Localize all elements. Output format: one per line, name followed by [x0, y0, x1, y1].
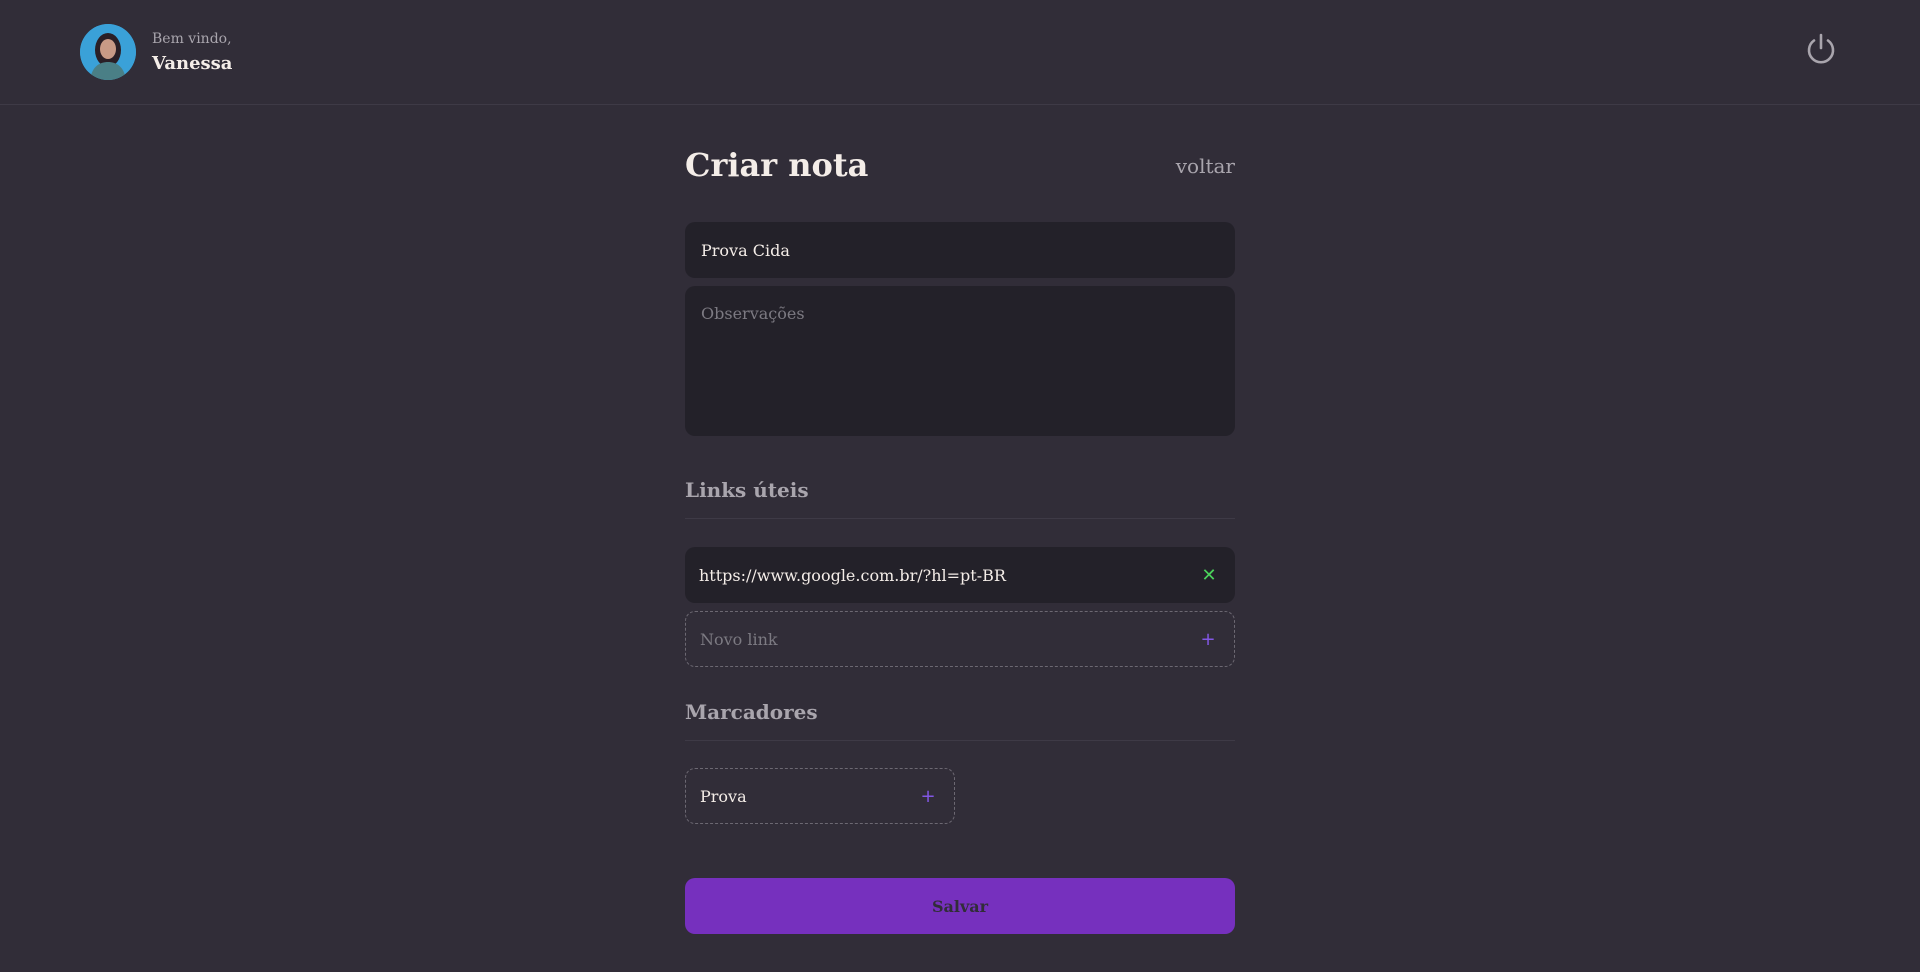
note-title-input[interactable]	[685, 222, 1235, 278]
save-button[interactable]: Salvar	[685, 878, 1235, 934]
new-marker-input[interactable]	[700, 786, 916, 806]
links-section-title: Links úteis	[685, 478, 1235, 519]
plus-icon[interactable]: +	[916, 784, 940, 808]
link-url: https://www.google.com.br/?hl=pt-BR	[699, 565, 1006, 585]
user-name: Vanessa	[152, 53, 233, 74]
plus-icon[interactable]: +	[1196, 627, 1220, 651]
back-link[interactable]: voltar	[1176, 154, 1235, 178]
close-icon[interactable]: ✕	[1197, 563, 1221, 587]
page-title: Criar nota	[685, 146, 869, 184]
power-icon[interactable]	[1803, 31, 1839, 67]
greeting-text: Bem vindo,	[152, 31, 232, 47]
observations-textarea[interactable]	[685, 286, 1235, 436]
new-link-row: +	[685, 611, 1235, 667]
markers-section-title: Marcadores	[685, 700, 1235, 741]
avatar-image	[80, 24, 136, 80]
user-avatar[interactable]	[80, 24, 136, 80]
link-item: https://www.google.com.br/?hl=pt-BR ✕	[685, 547, 1235, 603]
new-marker-row: +	[685, 768, 955, 824]
new-link-input[interactable]	[700, 629, 1196, 649]
app-header: Bem vindo, Vanessa	[0, 0, 1920, 105]
